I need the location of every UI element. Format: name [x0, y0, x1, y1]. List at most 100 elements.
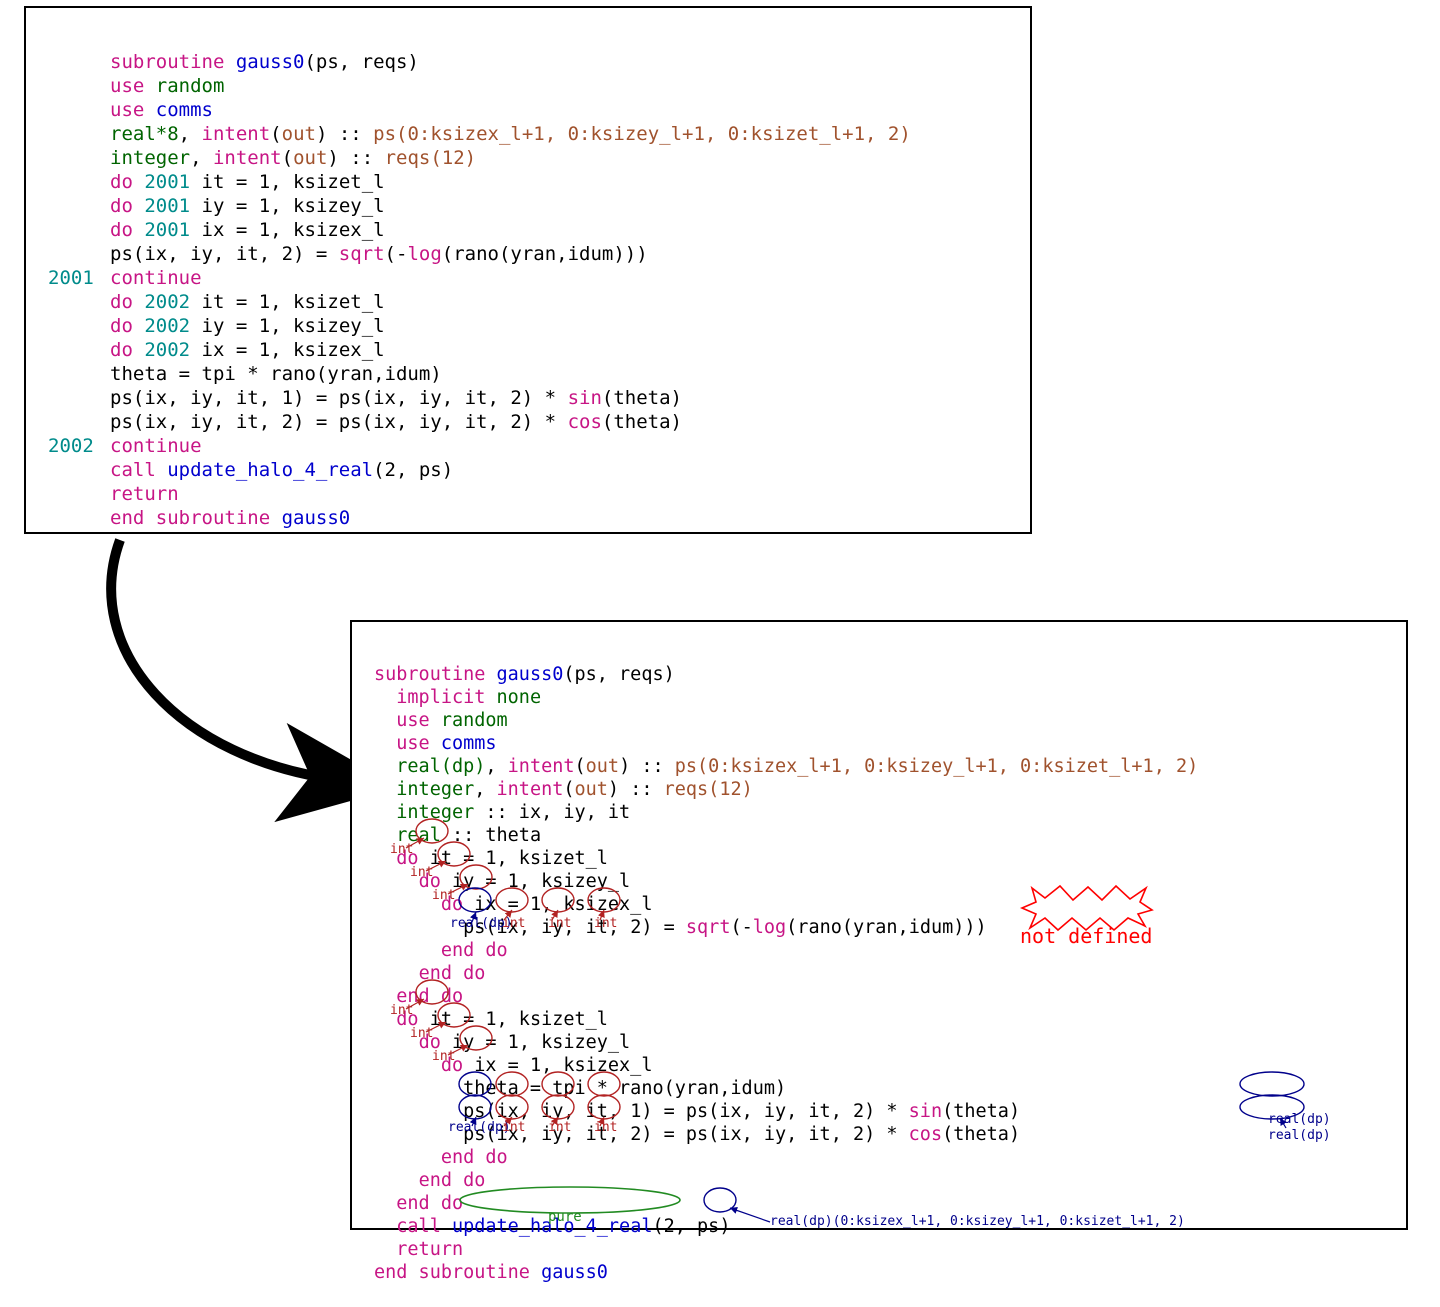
id-gauss0: gauss0 [485, 664, 563, 685]
var-iy: iy [541, 1101, 563, 1122]
assign-theta: theta = tpi * rano(yran,idum) [110, 363, 442, 385]
id-gauss0: gauss0 [270, 507, 350, 529]
kw-continue: continue [110, 267, 202, 289]
type-integer: integer [396, 802, 474, 823]
figure-stage: subroutine gauss0(ps, reqs) use random u… [0, 0, 1440, 1242]
decl-reqs: reqs(12) [664, 779, 753, 800]
kw-end-subroutine: end subroutine [110, 507, 270, 529]
type-realdp: real(dp) [396, 756, 485, 777]
fn-log: log [753, 917, 786, 938]
var-it: it [586, 1101, 608, 1122]
var-ix: ix [474, 1055, 496, 1076]
kw-none: none [485, 687, 541, 708]
var-ps: ps [697, 1216, 719, 1237]
anno-ps-shape: real(dp)(0:ksizex_l+1, 0:ksizey_l+1, 0:k… [770, 1214, 1185, 1229]
type-integer: integer [110, 147, 190, 169]
kw-use: use [110, 99, 144, 121]
decl-theta: :: theta [441, 825, 541, 846]
kw-enddo: end do [419, 1170, 486, 1191]
fn-update-halo: update_halo_4_real [441, 1216, 653, 1237]
fn-cos: cos [909, 1124, 942, 1145]
kw-intent: intent [497, 779, 564, 800]
anno-int-iy1: int [410, 865, 433, 880]
anno-int-it2b: int [594, 1120, 617, 1135]
kw-use: use [396, 710, 429, 731]
fn-sin: sin [909, 1101, 942, 1122]
anno-int-ix2: int [432, 1049, 455, 1064]
type-integer: integer [396, 779, 474, 800]
assign-ps1: ps(ix, iy, it, 1) = ps(ix, iy, it, 2) * [110, 387, 568, 409]
anno-int-it1: int [390, 842, 413, 857]
anno-int-iy2b: int [548, 1120, 571, 1135]
anno-pure: pure [548, 1209, 582, 1225]
var-ps: ps [463, 1101, 485, 1122]
fn-cos: cos [568, 411, 602, 433]
sig-args: (ps, reqs) [563, 664, 674, 685]
kw-enddo: end do [441, 940, 508, 961]
code-box-original: subroutine gauss0(ps, reqs) use random u… [24, 6, 1032, 534]
assign-theta: theta = tpi * rano(yran,idum) [463, 1078, 786, 1099]
kw-call: call [110, 459, 156, 481]
kw-end-subroutine: end subroutine [374, 1262, 530, 1283]
kw-return: return [396, 1239, 463, 1260]
mod-comms: comms [430, 733, 497, 754]
kw-do: do [110, 219, 133, 241]
var-ix: ix [497, 1101, 519, 1122]
kw-enddo: end do [419, 963, 486, 984]
mod-random: random [156, 75, 225, 97]
anno-int-it2: int [390, 1003, 413, 1018]
label-2001: 2001 [144, 195, 190, 217]
fn-sqrt: sqrt [686, 917, 731, 938]
kw-out: out [586, 756, 619, 777]
var-theta: theta [953, 1101, 1009, 1122]
kw-subroutine: subroutine [110, 51, 224, 73]
kw-intent: intent [508, 756, 575, 777]
anno-not-defined: not defined [1020, 924, 1152, 948]
var-theta: theta [953, 1124, 1009, 1145]
anno-int-ix1: int [432, 888, 455, 903]
anno-int-iy1b: int [548, 916, 571, 931]
anno-int-iy2: int [410, 1026, 433, 1041]
label-2002: 2002 [144, 315, 190, 337]
fn-sin: sin [568, 387, 602, 409]
kw-implicit: implicit [396, 687, 485, 708]
id-gauss0: gauss0 [530, 1262, 608, 1283]
kw-enddo: end do [441, 1147, 508, 1168]
lineno-2001: 2001 [48, 267, 94, 289]
id-gauss0: gauss0 [236, 51, 305, 73]
kw-use: use [110, 75, 144, 97]
decl-reqs: reqs(12) [385, 147, 477, 169]
kw-intent: intent [213, 147, 282, 169]
decl-loopvars: :: ix, iy, it [474, 802, 630, 823]
label-2001: 2001 [144, 171, 190, 193]
kw-call: call [396, 1216, 441, 1237]
anno-realdp-theta1: real(dp) [1268, 1112, 1331, 1127]
label-2001: 2001 [144, 219, 190, 241]
type-real8: real*8 [110, 123, 179, 145]
kw-enddo: end do [396, 1193, 463, 1214]
fn-log: log [407, 243, 441, 265]
anno-int-ix1b: int [502, 916, 525, 931]
kw-continue: continue [110, 435, 202, 457]
kw-out: out [293, 147, 327, 169]
kw-do: do [110, 171, 133, 193]
anno-int-ix2b: int [502, 1120, 525, 1135]
decl-ps: ps(0:ksizex_l+1, 0:ksizey_l+1, 0:ksizet_… [373, 123, 911, 145]
kw-subroutine: subroutine [374, 664, 485, 685]
kw-intent: intent [202, 123, 271, 145]
var-ix: ix [474, 894, 496, 915]
label-2002: 2002 [144, 291, 190, 313]
kw-do: do [110, 291, 133, 313]
kw-return: return [110, 483, 179, 505]
assign-ps2: ps(ix, iy, it, 2) = ps(ix, iy, it, 2) * [110, 411, 568, 433]
kw-out: out [575, 779, 608, 800]
kw-do: do [110, 339, 133, 361]
sig-args: (ps, reqs) [304, 51, 418, 73]
anno-realdp-theta2: real(dp) [1268, 1128, 1331, 1143]
kw-use: use [396, 733, 429, 754]
label-2002: 2002 [144, 339, 190, 361]
kw-do: do [110, 315, 133, 337]
fn-sqrt: sqrt [339, 243, 385, 265]
decl-ps: ps(0:ksizex_l+1, 0:ksizey_l+1, 0:ksizet_… [675, 756, 1198, 777]
fn-update-halo: update_halo_4_real [156, 459, 373, 481]
